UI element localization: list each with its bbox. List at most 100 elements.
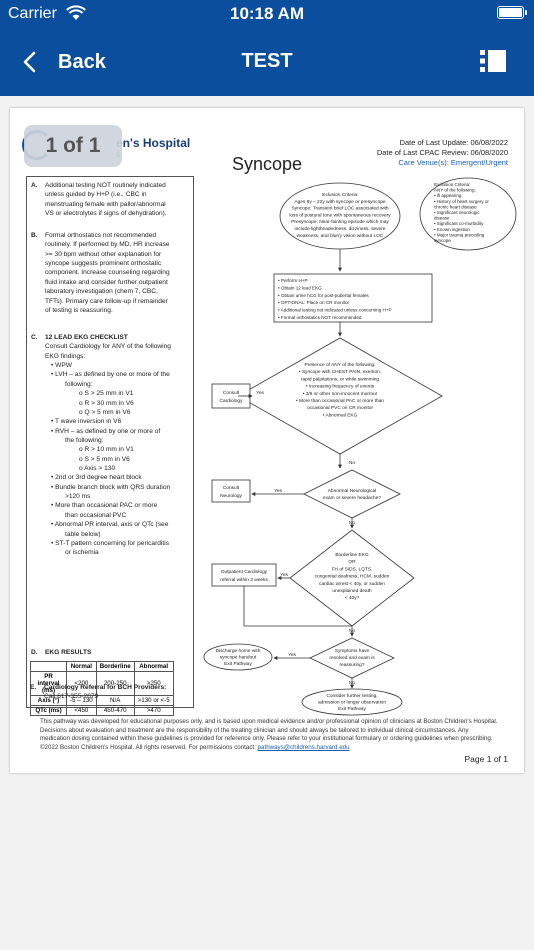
checklist-line: or ischemia xyxy=(65,549,99,557)
inclusion-criteria-text: Inclusion Criteria: xyxy=(321,192,358,198)
borderline-decision-text: FH of SIDS, LQTS, xyxy=(332,566,373,572)
yes-label: Yes xyxy=(288,652,296,658)
notes-column: A. Additional testing NOT routinely indi… xyxy=(26,176,194,716)
section-e-letter: E. xyxy=(30,684,37,691)
text-line: Additional testing NOT routinely indicat… xyxy=(45,182,166,189)
resolved-decision-text: resolved and exam is xyxy=(329,655,375,661)
disclaimer: This pathway was developed for education… xyxy=(40,718,500,753)
text-line: component. Increase counseling regarding xyxy=(45,269,170,277)
checklist-line: o R > 30 mm in V6 xyxy=(79,399,134,407)
exclusion-criteria-text: • History of heart surgery or xyxy=(434,199,489,204)
presence-decision-text: occasional PVC on CR monitor xyxy=(307,405,374,411)
presence-decision-text: • Abnormal EKG xyxy=(323,412,358,418)
checklist-line: o Q > 5 mm in V6 xyxy=(79,408,131,416)
consult-cardiology-text: Consult xyxy=(223,390,240,396)
section-b-text: Formal orthostatics not recommended routi… xyxy=(45,231,170,315)
text-line: VS or electrolytes if signs of dehydrati… xyxy=(45,210,167,218)
initial-steps-text: • Perform H+P xyxy=(278,278,308,283)
checklist-line: • 2nd or 3rd degree heart block xyxy=(51,474,142,482)
pdf-page: en's Hospital s Date of Last Update: 06/… xyxy=(10,108,524,773)
yes-label: Yes xyxy=(280,572,288,578)
initial-steps-text: • Obtain urine hCG for post-pubertal fem… xyxy=(278,293,369,298)
text-line: laboratory investigation (chem 7, CBC, xyxy=(45,288,158,296)
page-number: Page 1 of 1 xyxy=(464,754,508,764)
text-line: Formal orthostatics not recommended xyxy=(45,232,157,239)
text-line: fluid intake and consider further outpat… xyxy=(45,278,168,286)
pdf-viewer[interactable]: en's Hospital s Date of Last Update: 06/… xyxy=(0,96,534,950)
discharge-text: Exit Pathway xyxy=(224,661,252,667)
neuro-decision-diamond xyxy=(303,469,401,519)
care-venue: Care Venue(s): Emergent/Urgent xyxy=(398,157,508,167)
checklist-line: o S > 5 mm in V6 xyxy=(79,455,130,463)
inclusion-criteria-text: Syncope: Transient brief LOC associated … xyxy=(291,206,388,212)
checklist-line: than occasional PVC xyxy=(65,511,127,519)
section-e: E. Cardiology Referral for BCH Providers… xyxy=(30,683,166,702)
initial-steps-text: • Obtain 12 lead EKG xyxy=(278,285,322,290)
borderline-decision-text: congenital deafness, HCM, sudden xyxy=(315,574,390,580)
exclusion-criteria-text: • Known ingestion xyxy=(434,227,470,232)
checklist-line: • RVH – as defined by one or more of xyxy=(51,427,161,435)
status-time: 10:18 AM xyxy=(229,4,304,23)
checklist-line: the following: xyxy=(65,436,104,444)
borderline-decision-text: < 40y? xyxy=(345,595,360,601)
table-header-cell: Normal xyxy=(66,661,97,672)
back-label: Back xyxy=(58,50,106,73)
resolved-decision-text: reassuring? xyxy=(339,662,364,668)
syncope-flowchart: Inclusion Criteria:Ages 8y – 22y with sy… xyxy=(203,177,517,716)
navigation-bar: Carrier 10:18 AM Back TEST xyxy=(0,0,534,96)
presence-decision-text: rapid palpitations, or while swimming xyxy=(301,376,379,382)
consider-testing-text: Consider further testing, xyxy=(326,693,377,699)
section-d: D. EKG RESULTS xyxy=(31,648,91,657)
table-cell: 450-470 xyxy=(95,705,135,716)
hospital-name: en's Hospital xyxy=(116,136,191,150)
neuro-decision-text: exam or severe headache? xyxy=(323,495,381,501)
battery-icon xyxy=(497,6,527,19)
ekg-checklist: Consult Cardiology for ANY of the follow… xyxy=(45,342,171,557)
section-a-text: Additional testing NOT routinely indicat… xyxy=(45,181,167,218)
checklist-line: o R > 10 mm in V1 xyxy=(79,446,134,454)
resolved-decision-text: Symptoms have xyxy=(335,648,370,654)
initial-steps-text: • Formal orthostatics NOT recommended xyxy=(278,315,362,320)
presence-decision-text: Presence of ANY of the following: xyxy=(304,362,375,368)
permissions-link[interactable]: pathways@childrens.harvard.edu xyxy=(258,744,350,751)
exclusion-criteria-text: • Ill appearing xyxy=(434,193,462,198)
text-line: unless guided by H+P (i.e., CBC in xyxy=(45,191,147,199)
section-d-letter: D. xyxy=(31,649,38,656)
checklist-line: o S > 25 mm in V1 xyxy=(79,390,134,398)
list-view-icon[interactable] xyxy=(480,49,506,73)
text-line: of testing is reassuring. xyxy=(45,306,113,314)
exclusion-criteria-text: ANY of the following: xyxy=(434,188,476,193)
yes-label: Yes xyxy=(274,488,282,494)
section-c-letter: C. xyxy=(31,334,38,341)
consult-neurology-text: Neurology xyxy=(220,493,242,499)
table-row: QTc (ms) <450 450-470 >470 xyxy=(30,705,174,716)
checklist-line: • WPW xyxy=(51,362,72,370)
consider-testing-text: admission or longer observation xyxy=(318,699,386,705)
table-header-cell: Abnormal xyxy=(133,661,174,672)
no-label: No xyxy=(349,628,355,634)
section-b-letter: B. xyxy=(31,232,38,239)
exclusion-criteria-text: chronic heart disease xyxy=(434,204,477,209)
presence-decision-text: • 3/6 or other non-innocent murmur xyxy=(303,391,378,397)
last-review: Date of Last CPAC Review: 06/08/2020 xyxy=(376,147,508,157)
outpatient-referral-text: referral within 2 weeks xyxy=(220,577,268,583)
back-button[interactable]: Back xyxy=(22,47,106,77)
borderline-decision-text: Borderline EKG xyxy=(335,552,369,558)
presence-decision-text: • Syncope with CHEST PAIN, exertion, xyxy=(299,369,381,375)
checklist-line: following: xyxy=(65,380,93,388)
consult-cardiology-text: Cardiology xyxy=(220,398,244,404)
text-line: menstruating female with pallor/abnormal xyxy=(45,200,166,208)
borderline-decision-text: OR xyxy=(348,559,356,565)
exclusion-criteria-text: • Major trauma preceding xyxy=(434,232,485,237)
text-line: syncope suggests prominent orthostatic xyxy=(45,260,162,268)
no-label: No xyxy=(349,460,355,466)
table-header-cell xyxy=(30,661,67,672)
exclusion-criteria-text: • Significant co-morbidity xyxy=(434,221,484,226)
borderline-decision-text: cardiac arrest < 40y, or sudden xyxy=(319,581,385,587)
consider-testing-text: Exit Pathway xyxy=(338,706,366,712)
neuro-decision-text: Abnormal Neurological xyxy=(328,488,377,494)
no-label: No xyxy=(349,520,355,526)
checklist-line: table below) xyxy=(65,530,101,538)
text-line: >= 30 bpm without other explanation for xyxy=(45,250,162,258)
exclusion-criteria-text: Exclusion Criteria: xyxy=(434,182,470,187)
